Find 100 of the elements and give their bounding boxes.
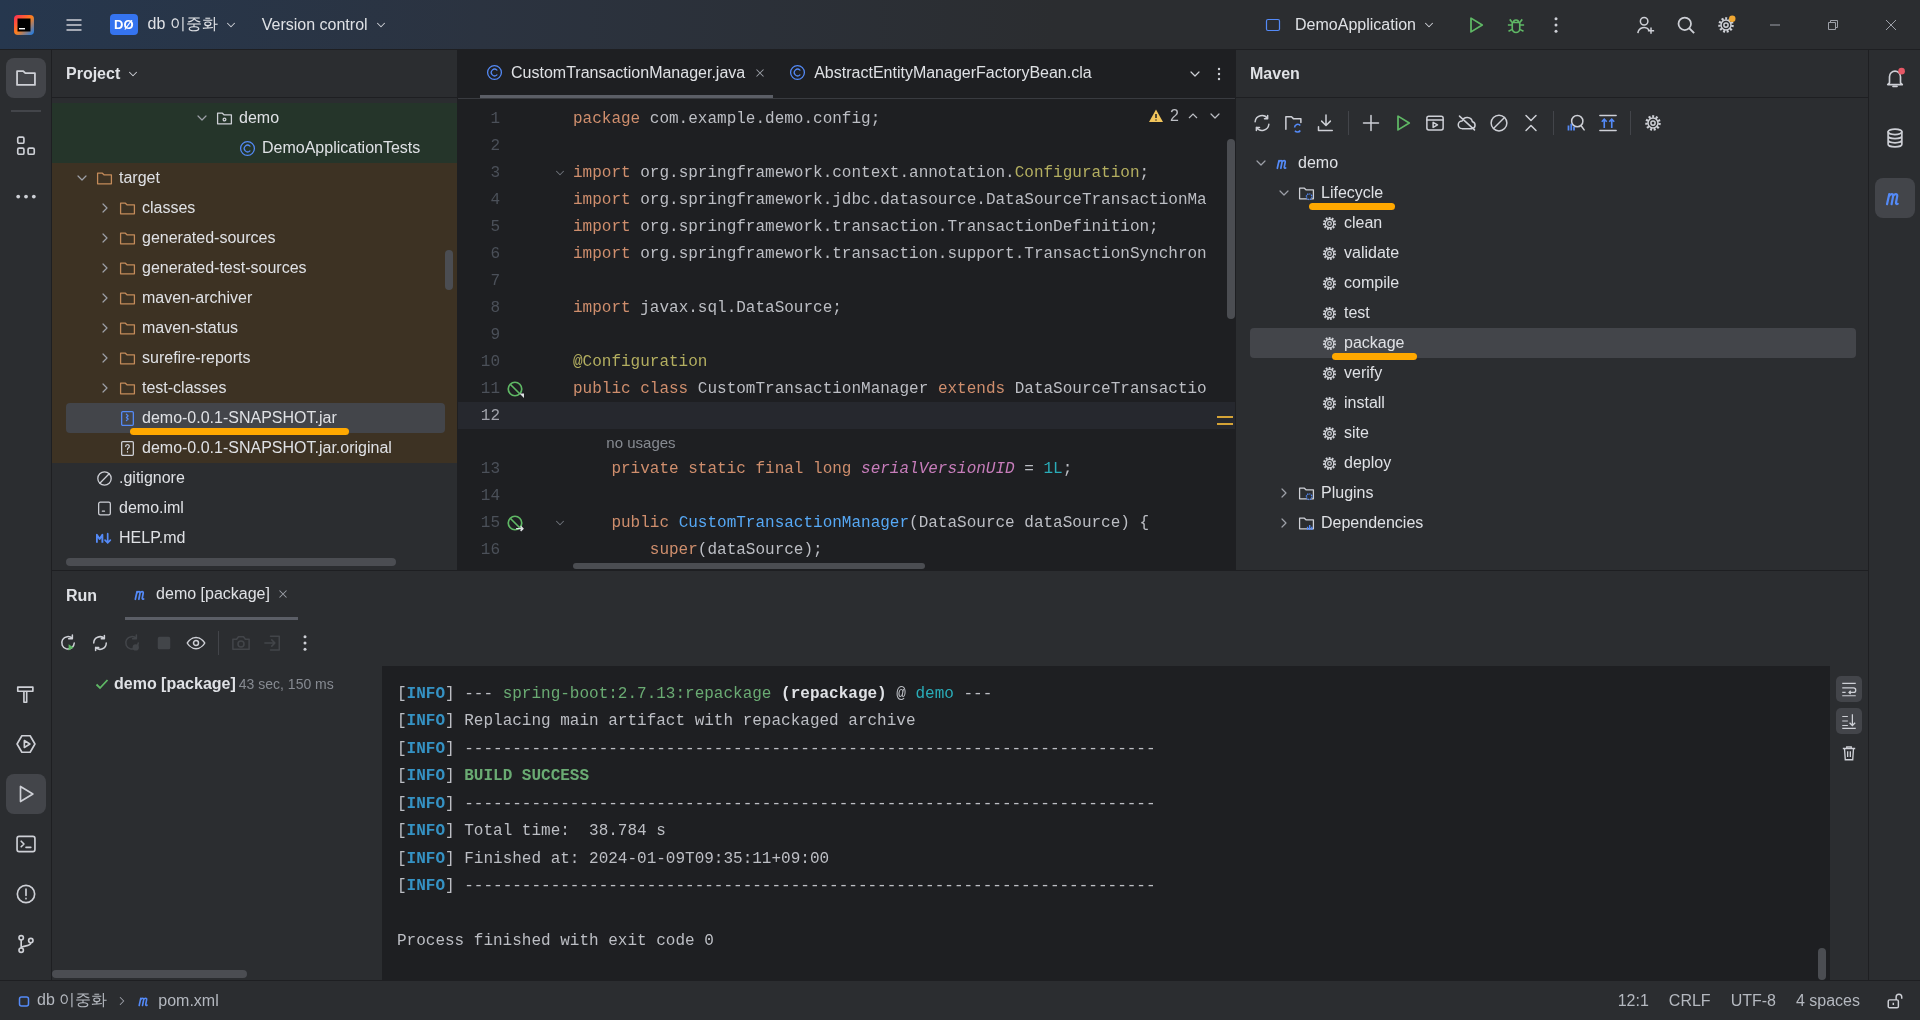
rerun-arrows-icon[interactable]	[90, 633, 110, 653]
gear-icon	[1321, 214, 1338, 232]
tree-item[interactable]: .gitignore	[66, 463, 445, 493]
tree-item[interactable]: test	[1250, 298, 1856, 328]
tree-item[interactable]: demo	[66, 103, 445, 133]
status-item[interactable]: 12:1	[1617, 991, 1649, 1010]
console-line: Process finished with exit code 0	[397, 932, 714, 951]
line-number: 12	[479, 406, 500, 425]
tree-item[interactable]: clean	[1250, 208, 1856, 238]
bean-gutter-icon[interactable]	[506, 513, 524, 532]
tree-item[interactable]: site	[1250, 418, 1856, 448]
download-icon[interactable]	[1316, 113, 1336, 133]
scrollbar-thumb[interactable]	[1818, 948, 1826, 980]
panel-title: Run	[66, 586, 98, 605]
tree-item[interactable]: Plugins	[1250, 478, 1856, 508]
settings-icon[interactable]	[1716, 14, 1736, 35]
maven-tool-button[interactable]	[1874, 178, 1915, 218]
tree-item[interactable]: generated-test-sources	[66, 253, 445, 283]
error-stripe-mark[interactable]	[1217, 416, 1233, 425]
tree-item[interactable]: test-classes	[66, 373, 445, 403]
status-item[interactable]: 4 spaces	[1795, 991, 1860, 1010]
tree-item[interactable]: demo	[1250, 148, 1856, 178]
soft-wrap-icon[interactable]	[1836, 676, 1862, 702]
tree-item[interactable]: package	[1250, 328, 1856, 358]
usages-hint[interactable]: no usages	[573, 433, 676, 451]
scrollbar-thumb[interactable]	[445, 250, 453, 290]
tree-item[interactable]: Lifecycle	[1250, 178, 1856, 208]
tree-item[interactable]: surefire-reports	[66, 343, 445, 373]
tree-item[interactable]: compile	[1250, 268, 1856, 298]
status-item[interactable]: UTF-8	[1730, 991, 1776, 1010]
prohibited-icon[interactable]	[1489, 113, 1509, 133]
scrollbar-thumb[interactable]	[52, 970, 247, 978]
reload-icon[interactable]	[1252, 113, 1272, 133]
warning-icon	[1148, 108, 1165, 124]
tree-item[interactable]: DemoApplicationTests	[66, 133, 445, 163]
scrollbar-thumb[interactable]	[66, 558, 396, 566]
console-line: [INFO] BUILD SUCCESS	[397, 767, 590, 786]
code-line: import org.springframework.transaction.support.TransactionSynchron	[573, 244, 1207, 263]
code-line: @Configuration	[573, 352, 708, 371]
tree-item[interactable]: Dependencies	[1250, 508, 1856, 538]
tree-item[interactable]: demo-0.0.1-SNAPSHOT.jar.original	[66, 433, 445, 463]
settings-icon[interactable]	[1643, 113, 1663, 133]
gear-icon	[1321, 424, 1338, 442]
folder-refresh-icon[interactable]	[1284, 113, 1304, 133]
console-line: [INFO] Total time: 38.784 s	[397, 822, 666, 841]
tree-item[interactable]: maven-archiver	[66, 283, 445, 313]
tree-item[interactable]: generated-sources	[66, 223, 445, 253]
tree-item[interactable]: HELP.md	[66, 523, 445, 553]
expand-lines-icon[interactable]	[1598, 113, 1618, 133]
class-icon	[486, 64, 503, 81]
breadcrumb[interactable]: db 이중화	[16, 990, 108, 1011]
editor-tab[interactable]: AbstractEntityManagerFactoryBean.cla	[783, 50, 1098, 98]
warning-circle-icon	[14, 883, 37, 905]
hammer-icon	[14, 683, 37, 705]
search-icon[interactable]	[1676, 14, 1696, 35]
tree-item[interactable]: classes	[66, 193, 445, 223]
bean-gutter-icon[interactable]	[506, 379, 524, 398]
more-icon	[15, 193, 36, 199]
analyze-icon[interactable]	[1566, 113, 1586, 133]
run-item[interactable]: demo [package]	[114, 675, 236, 693]
breadcrumb[interactable]: pom.xml	[137, 991, 219, 1010]
code-line: package com.example.demo.config;	[573, 109, 881, 128]
plus-icon[interactable]	[1361, 113, 1381, 133]
tree-item[interactable]: install	[1250, 388, 1856, 418]
window-icon	[1265, 16, 1282, 33]
folder-tool-button[interactable]	[5, 58, 46, 98]
gear-icon	[1321, 304, 1338, 322]
panel-title[interactable]: Project	[66, 64, 121, 83]
run-config-selector[interactable]: DemoApplication	[1257, 7, 1444, 42]
folder-icon	[14, 67, 37, 89]
run-tab[interactable]: demo [package]	[125, 571, 298, 620]
console-line: [INFO] ------------------------------------------------------------------------	[397, 877, 1156, 896]
code-line: public CustomTransactionManager(DataSource dataSource) {	[610, 513, 1150, 532]
run-tool-button[interactable]	[5, 774, 46, 814]
warning-count[interactable]: 2	[1170, 107, 1179, 125]
code-line: public class CustomTransactionManager extends DataSourceTransactio	[573, 379, 1207, 398]
tree-item[interactable]: demo.iml	[66, 493, 445, 523]
tree-item[interactable]: maven-status	[66, 313, 445, 343]
run-window-icon[interactable]	[1425, 113, 1445, 133]
add-user-icon[interactable]	[1636, 14, 1656, 35]
code-line: import org.springframework.transaction.TransactionDefinition;	[573, 217, 1159, 236]
scroll-to-end-icon[interactable]	[1836, 708, 1862, 734]
tree-item[interactable]: validate	[1250, 238, 1856, 268]
status-item[interactable]: CRLF	[1668, 991, 1711, 1010]
tree-item[interactable]: demo-0.0.1-SNAPSHOT.jar	[66, 403, 445, 433]
editor-tab[interactable]: CustomTransactionManager.java	[480, 50, 774, 98]
structure-icon	[14, 135, 37, 157]
code-line: super(dataSource);	[648, 540, 823, 559]
tree-item[interactable]: deploy	[1250, 448, 1856, 478]
project-switcher[interactable]: DØ db 이중화	[102, 7, 246, 42]
cloud-off-icon[interactable]	[1457, 113, 1477, 133]
vcs-menu[interactable]: Version control	[253, 7, 396, 42]
app-logo-icon[interactable]	[14, 14, 34, 35]
scrollbar-thumb[interactable]	[1227, 139, 1235, 319]
rerun-icon[interactable]	[58, 633, 78, 653]
tree-item[interactable]: target	[66, 163, 445, 193]
scrollbar-thumb[interactable]	[573, 563, 925, 569]
code-line: private static final long serialVersionUID = 1L;	[610, 459, 1073, 478]
lock-icon[interactable]	[1886, 991, 1904, 1010]
tree-item[interactable]: verify	[1250, 358, 1856, 388]
